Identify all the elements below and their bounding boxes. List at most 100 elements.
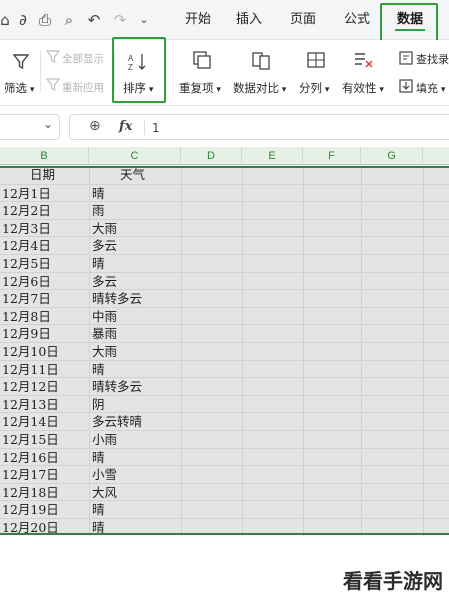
date-cell[interactable]: 12月5日 — [2, 255, 51, 272]
weather-cell[interactable]: 晴 — [92, 255, 105, 272]
column-header-c[interactable]: C — [89, 147, 181, 165]
weather-cell[interactable]: 晴转多云 — [92, 378, 142, 395]
date-cell[interactable]: 12月18日 — [2, 484, 59, 501]
selected-range[interactable] — [0, 166, 449, 534]
date-cell[interactable]: 12月3日 — [2, 220, 51, 237]
home-icon[interactable]: ⌂ — [0, 11, 14, 29]
weather-cell[interactable]: 暴雨 — [92, 325, 117, 342]
date-cell[interactable]: 12月6日 — [2, 273, 51, 290]
row-gridline — [0, 448, 449, 449]
sort-icon[interactable]: AZ — [126, 50, 150, 74]
row-gridline — [0, 465, 449, 466]
tab-data[interactable]: 数据 — [383, 0, 437, 40]
chevron-down-icon: ▾ — [146, 85, 154, 95]
tab-start[interactable]: 开始 — [178, 0, 218, 40]
zoom-search-icon[interactable]: ⊕ — [89, 118, 101, 134]
weather-cell[interactable]: 多云 — [92, 273, 117, 290]
weather-cell[interactable]: 小雪 — [92, 466, 117, 483]
validity-button[interactable]: 有效性 ▾ — [342, 80, 384, 96]
date-cell[interactable]: 12月20日 — [2, 519, 59, 536]
name-box[interactable]: ⌄ — [0, 114, 60, 140]
split-button[interactable]: 分列 ▾ — [299, 80, 329, 96]
weather-cell[interactable]: 多云转晴 — [92, 413, 142, 430]
tab-insert[interactable]: 插入 — [229, 0, 269, 40]
weather-cell[interactable]: 中雨 — [92, 308, 117, 325]
data-compare-icon[interactable] — [249, 48, 273, 72]
watermark: 看看手游网 — [343, 569, 443, 593]
find-entry-button[interactable]: 查找录 — [416, 51, 449, 67]
filter-icon[interactable] — [9, 50, 33, 74]
reapply-button[interactable]: 重新应用 — [62, 80, 104, 95]
weather-cell[interactable]: 晴 — [92, 501, 105, 518]
weather-cell[interactable]: 晴 — [92, 519, 105, 536]
svg-text:A: A — [128, 54, 134, 63]
chevron-down-icon: ▾ — [27, 85, 35, 95]
split-columns-icon[interactable] — [304, 48, 328, 72]
tab-formula[interactable]: 公式 — [337, 0, 377, 40]
column-header-h[interactable] — [423, 147, 449, 165]
row-gridline — [0, 430, 449, 431]
fx-icon[interactable]: fx — [119, 119, 132, 134]
chevron-down-icon[interactable]: ⌄ — [135, 11, 153, 29]
find-entry-icon[interactable] — [397, 49, 415, 67]
redo-icon[interactable]: ↷ — [111, 11, 129, 29]
date-cell[interactable]: 12月10日 — [2, 343, 59, 360]
date-cell[interactable]: 12月13日 — [2, 396, 59, 413]
weather-cell[interactable]: 晴 — [92, 185, 105, 202]
weather-cell[interactable]: 大雨 — [92, 220, 117, 237]
column-header-g[interactable]: G — [361, 147, 423, 165]
weather-cell[interactable]: 大风 — [92, 484, 117, 501]
header-cell-date[interactable]: 日期 — [30, 166, 55, 183]
weather-cell[interactable]: 晴 — [92, 449, 105, 466]
fill-icon[interactable] — [397, 77, 415, 95]
row-gridline — [0, 395, 449, 396]
date-cell[interactable]: 12月14日 — [2, 413, 59, 430]
date-cell[interactable]: 12月2日 — [2, 202, 51, 219]
date-cell[interactable]: 12月12日 — [2, 378, 59, 395]
weather-cell[interactable]: 小雨 — [92, 431, 117, 448]
formula-content[interactable]: 1 — [152, 121, 160, 135]
column-header-e[interactable]: E — [242, 147, 303, 165]
date-cell[interactable]: 12月8日 — [2, 308, 51, 325]
fill-button[interactable]: 填充 ▾ — [416, 80, 445, 96]
column-gridline — [423, 166, 424, 536]
weather-cell[interactable]: 大雨 — [92, 343, 117, 360]
print-preview-icon[interactable]: ⌕ — [60, 11, 78, 29]
validity-icon[interactable] — [352, 48, 376, 72]
date-cell[interactable]: 12月11日 — [2, 361, 59, 378]
date-cell[interactable]: 12月19日 — [2, 501, 59, 518]
show-all-button[interactable]: 全部显示 — [62, 51, 104, 66]
weather-cell[interactable]: 多云 — [92, 237, 117, 254]
chevron-down-icon[interactable]: ⌄ — [43, 117, 53, 131]
date-cell[interactable]: 12月15日 — [2, 431, 59, 448]
row-gridline — [0, 412, 449, 413]
reapply-icon[interactable] — [44, 76, 62, 94]
date-cell[interactable]: 12月9日 — [2, 325, 51, 342]
header-cell-weather[interactable]: 天气 — [120, 166, 145, 183]
row-gridline — [0, 360, 449, 361]
weather-cell[interactable]: 晴转多云 — [92, 290, 142, 307]
date-cell[interactable]: 12月7日 — [2, 290, 51, 307]
weather-cell[interactable]: 阴 — [92, 396, 105, 413]
date-cell[interactable]: 12月16日 — [2, 449, 59, 466]
row-gridline — [0, 184, 449, 185]
filter-button[interactable]: 筛选 ▾ — [4, 80, 34, 96]
column-header-d[interactable]: D — [181, 147, 242, 165]
date-cell[interactable]: 12月1日 — [2, 185, 51, 202]
formula-input[interactable]: ⊕ fx 1 — [69, 114, 449, 140]
column-header-f[interactable]: F — [303, 147, 361, 165]
duplicates-icon[interactable] — [190, 48, 214, 72]
date-cell[interactable]: 12月4日 — [2, 237, 51, 254]
tab-page[interactable]: 页面 — [283, 0, 323, 40]
sort-button[interactable]: 排序 ▾ — [123, 80, 153, 96]
duplicates-button[interactable]: 重复项 ▾ — [179, 80, 221, 96]
date-cell[interactable]: 12月17日 — [2, 466, 59, 483]
weather-cell[interactable]: 雨 — [92, 202, 105, 219]
weather-cell[interactable]: 晴 — [92, 361, 105, 378]
show-all-icon[interactable] — [44, 48, 62, 66]
data-compare-button[interactable]: 数据对比 ▾ — [233, 80, 286, 96]
column-header-b[interactable]: B — [0, 147, 89, 165]
undo-icon[interactable]: ↶ — [85, 11, 103, 29]
print-icon[interactable]: ⎙ — [36, 11, 54, 29]
share-link-icon[interactable]: ∂ — [14, 11, 32, 29]
